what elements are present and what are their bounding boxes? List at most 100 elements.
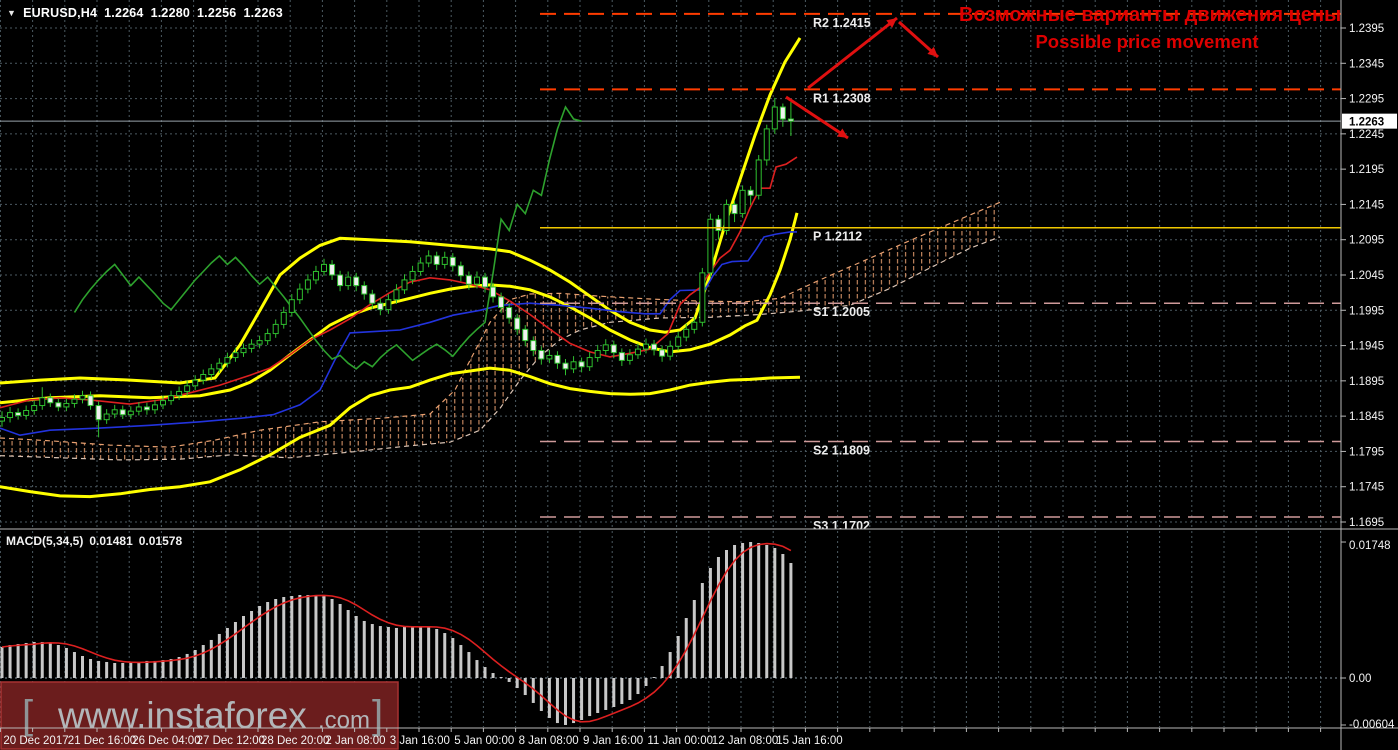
- pivot-label-s3: S3 1.1702: [813, 519, 870, 533]
- candle: [546, 354, 553, 360]
- candle: [449, 256, 456, 267]
- candle: [321, 263, 327, 272]
- pivot-label-p: P 1.2112: [813, 230, 862, 244]
- candle: [55, 402, 62, 408]
- candle: [675, 336, 682, 347]
- price-axis-label: 1.2145: [1349, 199, 1384, 211]
- candle: [329, 263, 336, 276]
- macd-info-bar: MACD(5,34,5) 0.01481 0.01578: [6, 534, 182, 548]
- candle: [610, 344, 617, 354]
- candle: [401, 279, 408, 291]
- candle: [602, 344, 609, 352]
- macd-indicator-label: MACD(5,34,5): [6, 534, 84, 548]
- macd-signal-value: 0.01578: [138, 534, 183, 548]
- candle: [23, 409, 30, 416]
- candle: [433, 255, 440, 265]
- time-axis-label: 8 Jan 08:00: [519, 735, 579, 747]
- candle: [715, 218, 722, 232]
- candle: [272, 323, 279, 335]
- candle: [160, 400, 166, 406]
- current-price-label: 1.2263: [1349, 117, 1384, 129]
- candle: [457, 265, 464, 277]
- candle: [377, 302, 384, 311]
- ohlc-info-bar: ▼ EURUSD,H4 1.2264 1.2280 1.2256 1.2263: [7, 6, 283, 20]
- macd-axis-label: 0.01748: [1349, 540, 1391, 552]
- time-axis-label: 28 Dec 20:00: [261, 735, 329, 747]
- candle: [71, 398, 78, 404]
- time-axis-label: 2 Jan 08:00: [325, 735, 385, 747]
- price-axis-label: 1.1695: [1349, 517, 1384, 529]
- candle: [763, 128, 770, 161]
- candle: [39, 397, 46, 407]
- time-axis-label: 15 Jan 16:00: [776, 735, 843, 747]
- candle: [31, 405, 38, 411]
- candle: [87, 395, 94, 407]
- macd-axis-label: 0.00: [1349, 673, 1371, 685]
- low-value: 1.2256: [197, 6, 237, 20]
- candle: [111, 409, 118, 415]
- pivot-label-r2: R2 1.2415: [813, 16, 871, 30]
- candle: [755, 159, 762, 196]
- annotation-english: Possible price movement: [1035, 31, 1259, 52]
- candle: [409, 270, 416, 281]
- price-axis-label: 1.1945: [1349, 341, 1384, 353]
- price-movement-annotation: Возможные варианты движения цены Possibl…: [959, 4, 1341, 53]
- candle: [570, 361, 577, 370]
- chart-canvas[interactable]: R2 1.2415 R1 1.2308 P 1.2112 S1 1.2005 S2 1.…: [0, 0, 1398, 750]
- candle: [691, 321, 698, 330]
- candle: [95, 405, 102, 421]
- candle: [256, 340, 263, 345]
- watermark-tld-text: .com: [318, 707, 370, 734]
- candle: [514, 317, 521, 330]
- candle: [184, 385, 191, 392]
- price-axis-label: 1.1895: [1349, 376, 1384, 388]
- candle: [506, 306, 513, 319]
- symbol-dropdown-icon: ▼: [7, 8, 17, 18]
- time-axis-label: 9 Jan 16:00: [583, 735, 643, 747]
- time-axis-label: 26 Dec 04:00: [132, 735, 200, 747]
- candle: [143, 406, 150, 411]
- candle: [280, 311, 287, 325]
- macd-axis-label: -0.00604: [1349, 719, 1395, 731]
- price-axis-label: 1.2345: [1349, 58, 1384, 70]
- candle: [0, 417, 5, 422]
- watermark-bracket-left: [: [22, 693, 33, 737]
- candle: [353, 276, 360, 287]
- candle: [337, 274, 344, 287]
- candle: [425, 255, 432, 264]
- open-value: 1.2264: [104, 6, 144, 20]
- candle: [345, 276, 352, 287]
- time-axis-label: 11 Jan 00:00: [647, 735, 713, 747]
- candle: [594, 350, 601, 359]
- time-axis-label: 3 Jan 16:00: [390, 735, 450, 747]
- candle: [127, 410, 134, 416]
- candle: [683, 328, 690, 338]
- candle: [168, 395, 175, 402]
- candle: [586, 357, 593, 368]
- candle: [530, 340, 537, 352]
- candle: [465, 275, 472, 285]
- candle: [417, 262, 424, 272]
- candle: [699, 272, 706, 323]
- candle: [7, 412, 14, 419]
- candle: [135, 406, 142, 412]
- candle: [232, 352, 239, 359]
- candle: [747, 189, 754, 196]
- close-value: 1.2263: [243, 6, 283, 20]
- price-axis-label: 1.1995: [1349, 305, 1384, 317]
- price-axis-label: 1.1845: [1349, 411, 1384, 423]
- candle: [787, 118, 794, 122]
- candle: [490, 286, 497, 298]
- candle: [63, 402, 70, 408]
- candle: [393, 289, 400, 301]
- pivot-label-s1: S1 1.2005: [813, 305, 870, 319]
- candle: [103, 413, 110, 421]
- candle: [651, 343, 658, 351]
- candle: [643, 343, 649, 350]
- price-axis-label: 1.2395: [1349, 23, 1384, 35]
- candle: [482, 276, 488, 288]
- candle: [240, 347, 247, 354]
- candle: [634, 348, 641, 356]
- candle: [361, 285, 368, 295]
- symbol-timeframe-label: EURUSD,H4: [23, 6, 98, 20]
